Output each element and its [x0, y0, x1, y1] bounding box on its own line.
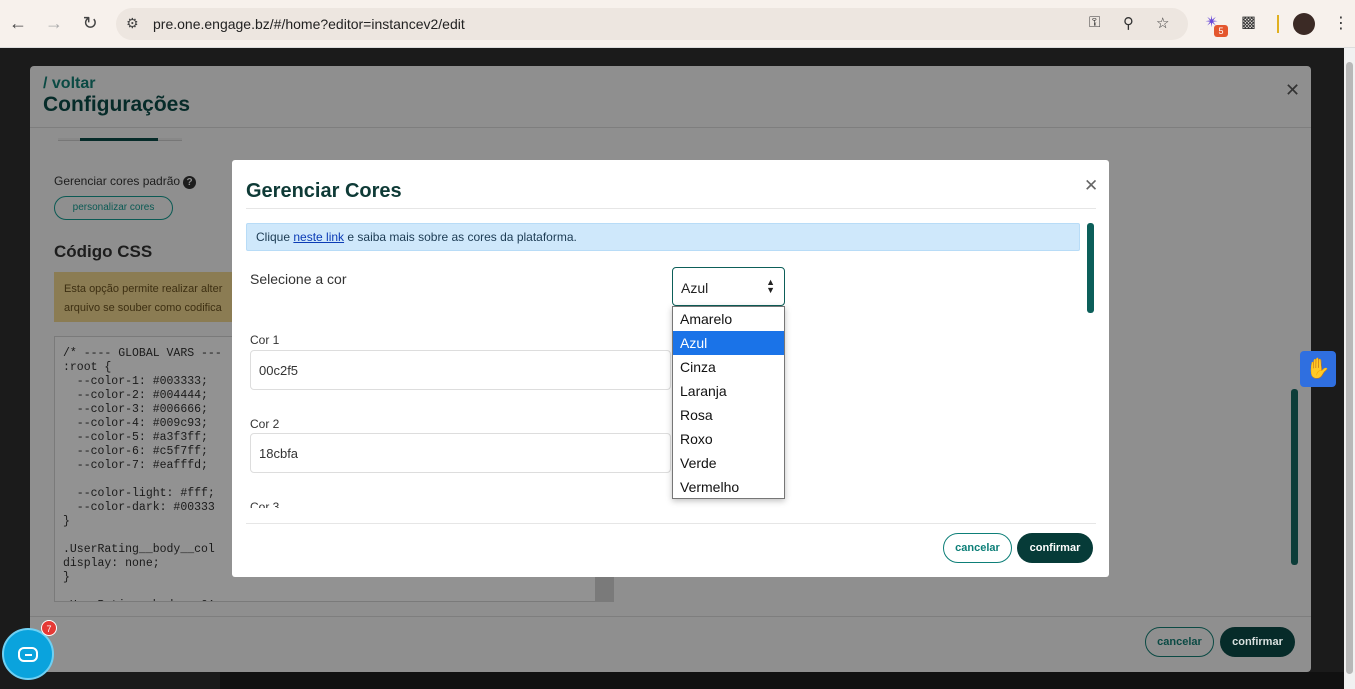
manage-colors-label: Gerenciar cores padrão?	[54, 174, 197, 189]
modal-title: Gerenciar Cores	[246, 180, 402, 202]
select-color-label: Selecione a cor	[250, 271, 347, 287]
color-dropdown-list: Amarelo Azul Cinza Laranja Rosa Roxo Ver…	[672, 306, 785, 499]
modal-header-divider	[246, 208, 1096, 209]
profile-avatar[interactable]	[1293, 13, 1315, 35]
tab-strip	[58, 138, 182, 141]
option-verde[interactable]: Verde	[673, 451, 784, 475]
color-select-value: Azul	[681, 280, 709, 296]
color1-input[interactable]: 00c2f5	[250, 350, 671, 390]
page-scrollbar-thumb[interactable]	[1346, 62, 1353, 674]
forward-arrow-icon[interactable]: →	[43, 12, 65, 34]
active-tab-indicator	[80, 138, 158, 141]
chat-icon	[18, 647, 38, 662]
config-cancel-button[interactable]: cancelar	[1145, 627, 1214, 657]
browser-toolbar: ← → ↻ ⚙ pre.one.engage.bz/#/home?editor=…	[0, 0, 1355, 48]
color2-input[interactable]: 18cbfa	[250, 433, 671, 473]
footer-divider	[30, 616, 1311, 617]
modal-cancel-button[interactable]: cancelar	[943, 533, 1012, 563]
site-settings-icon[interactable]: ⚙	[126, 15, 139, 32]
modal-confirm-button[interactable]: confirmar	[1017, 533, 1093, 563]
help-icon[interactable]: ?	[183, 176, 197, 189]
color1-label: Cor 1	[250, 333, 280, 347]
option-roxo[interactable]: Roxo	[673, 427, 784, 451]
browser-menu-icon[interactable]: ⋮	[1333, 13, 1349, 33]
extension-badge: 5	[1214, 25, 1228, 37]
color3-label: Cor 3	[250, 500, 280, 508]
select-arrows-icon: ▲ ▼	[766, 277, 775, 295]
option-vermelho[interactable]: Vermelho	[673, 475, 784, 499]
sign-language-icon[interactable]: ✋	[1300, 351, 1336, 387]
bookmark-star-icon[interactable]: ☆	[1156, 14, 1169, 32]
info-prefix: Clique	[256, 230, 294, 244]
back-arrow-icon[interactable]: ←	[7, 12, 29, 34]
manage-colors-modal: Gerenciar Cores ✕ Clique neste link e sa…	[232, 160, 1109, 577]
modal-close-icon[interactable]: ✕	[1084, 176, 1098, 196]
back-link[interactable]: / voltar	[43, 75, 95, 93]
dropdown-options: Amarelo Azul Cinza Laranja Rosa Roxo Ver…	[673, 307, 784, 499]
info-banner: Clique neste link e saiba mais sobre as …	[246, 223, 1080, 251]
page-scrollbar[interactable]	[1344, 48, 1355, 689]
info-suffix: e saiba mais sobre as cores da plataform…	[344, 230, 577, 244]
code-scrollbar[interactable]	[595, 576, 613, 602]
background-scrollbar[interactable]	[1291, 389, 1298, 565]
option-amarelo[interactable]: Amarelo	[673, 307, 784, 331]
key-icon[interactable]: ⚿	[1089, 14, 1100, 31]
css-section-title: Código CSS	[54, 242, 153, 261]
option-cinza[interactable]: Cinza	[673, 355, 784, 379]
zoom-icon[interactable]: ⚲	[1123, 14, 1134, 32]
color2-label: Cor 2	[250, 417, 280, 431]
chat-button[interactable]	[2, 628, 54, 680]
config-confirm-button[interactable]: confirmar	[1220, 627, 1295, 657]
config-title: Configurações	[43, 93, 191, 116]
reload-icon[interactable]: ↻	[79, 12, 101, 34]
toolbar-divider	[1277, 15, 1279, 33]
modal-footer-divider	[246, 523, 1096, 524]
extensions-puzzle-icon[interactable]: ▩	[1241, 12, 1256, 32]
option-rosa[interactable]: Rosa	[673, 403, 784, 427]
address-bar[interactable]: ⚙ pre.one.engage.bz/#/home?editor=instan…	[116, 8, 1188, 40]
background-table-row	[220, 672, 1344, 689]
option-azul[interactable]: Azul	[673, 331, 784, 355]
config-close-icon[interactable]: ✕	[1285, 80, 1300, 101]
color-select[interactable]: Azul ▲ ▼	[672, 267, 785, 306]
personalize-colors-button[interactable]: personalizar cores	[54, 196, 173, 220]
manage-colors-text: Gerenciar cores padrão	[54, 174, 181, 188]
header-divider	[30, 127, 1311, 128]
info-link[interactable]: neste link	[293, 230, 344, 244]
option-laranja[interactable]: Laranja	[673, 379, 784, 403]
chat-badge: 7	[41, 620, 57, 636]
url-text[interactable]: pre.one.engage.bz/#/home?editor=instance…	[153, 16, 465, 32]
modal-scrollbar[interactable]	[1087, 223, 1094, 313]
